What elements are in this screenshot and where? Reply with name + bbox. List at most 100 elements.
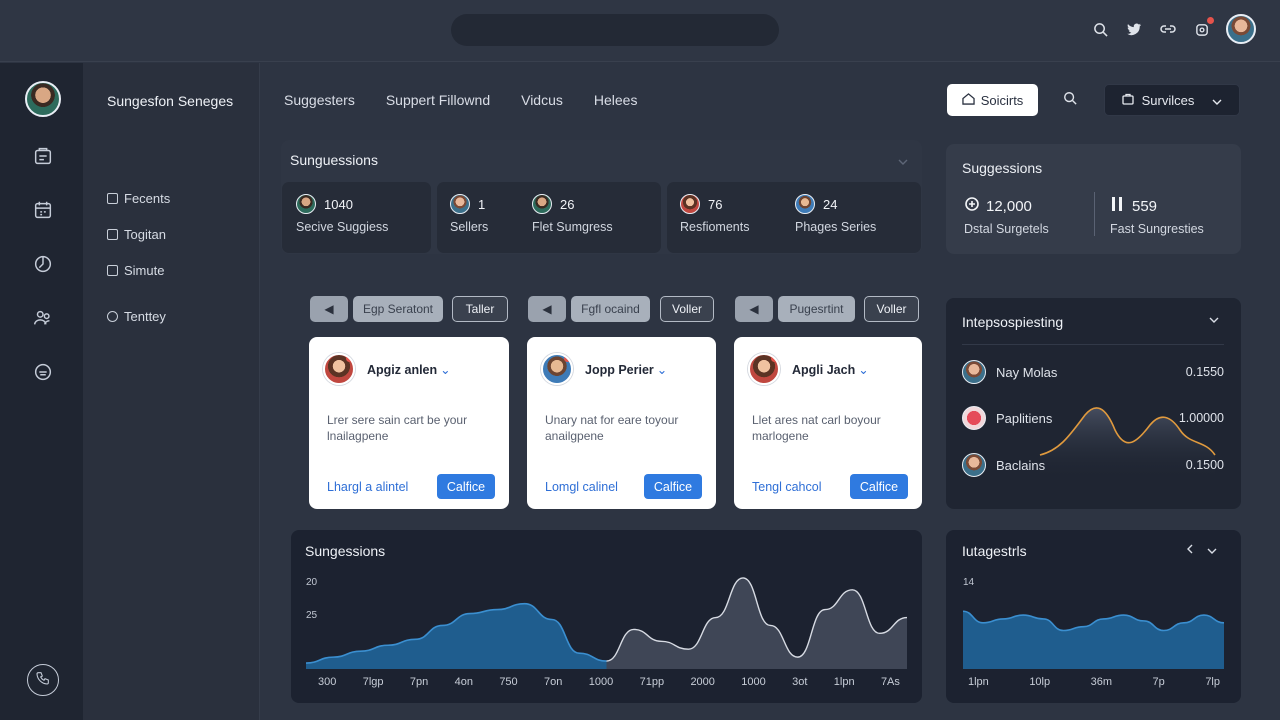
chevron-left-icon[interactable]: [1186, 542, 1193, 557]
card-cta-button[interactable]: Calfice: [850, 474, 908, 499]
avatar: [962, 406, 986, 430]
stat-value: 76: [708, 196, 723, 212]
card-cta-button[interactable]: Calfice: [437, 474, 495, 499]
card-name: Apgiz anlen: [367, 363, 438, 377]
filter-pill-outline[interactable]: Taller: [452, 296, 508, 322]
sidebar-item-label: Tenttey: [124, 309, 166, 324]
sidebar-item-togitan[interactable]: Togitan: [107, 227, 166, 242]
sidebar-item-simute[interactable]: Simute: [107, 263, 164, 278]
phone-icon: [35, 670, 51, 691]
arrow-left-icon: ◀: [542, 302, 552, 316]
card-name-row[interactable]: Jopp Perier ⌄: [585, 362, 667, 377]
chart-title: Sungessions: [305, 543, 386, 559]
list-item-name: Nay Molas: [996, 364, 1058, 380]
card-cta-button[interactable]: Calfice: [644, 474, 702, 499]
sidebar-item-fecents[interactable]: Fecents: [107, 191, 170, 206]
stat-item[interactable]: 1 Sellers: [450, 194, 488, 234]
x-tick-label: 1lpn: [833, 676, 855, 688]
summary-value: 12,000: [986, 197, 1032, 215]
stat-label: Phages Series: [795, 220, 877, 234]
chevron-down-icon[interactable]: [898, 152, 908, 170]
filter-pill-outline[interactable]: Voller: [864, 296, 919, 322]
list-item[interactable]: Paplitiens 1.00000: [962, 406, 1224, 430]
filter-pill-outline[interactable]: Voller: [660, 296, 714, 322]
profile-avatar[interactable]: [25, 81, 61, 117]
clock-icon[interactable]: [30, 251, 56, 277]
summary-title: Suggessions: [962, 160, 1043, 176]
stat-item[interactable]: 26 Flet Sumgress: [532, 194, 613, 234]
tab-suppert-fillownd[interactable]: Suppert Fillownd: [386, 92, 490, 108]
people-icon[interactable]: [30, 305, 56, 331]
notification-icon[interactable]: [1192, 17, 1214, 39]
suggestion-card[interactable]: Apgiz anlen ⌄ Lrer sere sain cart be your…: [309, 337, 509, 509]
chevron-down-icon: [1212, 93, 1222, 108]
document-icon[interactable]: [30, 143, 56, 169]
filter-pill[interactable]: Pugesrtint: [778, 296, 855, 322]
tab-vidcus[interactable]: Vidcus: [521, 92, 563, 108]
sidebar-item-label: Fecents: [124, 191, 171, 206]
twitter-icon[interactable]: [1124, 19, 1144, 39]
search-icon[interactable]: [1090, 19, 1110, 39]
search-icon: [1063, 91, 1077, 110]
list-item[interactable]: Baclains 0.1500: [962, 453, 1224, 477]
x-tick-label: 7lp: [1205, 676, 1220, 688]
area-chart: [306, 577, 907, 669]
divider: [962, 344, 1224, 345]
tab-suggesters[interactable]: Suggesters: [284, 92, 355, 108]
phone-button[interactable]: [27, 664, 59, 696]
chart-title: Iutagestrls: [962, 543, 1027, 559]
x-tick-label: 71pp: [639, 676, 665, 688]
card-description: Unary nat for eare toyour anailgpene: [545, 413, 679, 443]
card-name-row[interactable]: Apgli Jach ⌄: [792, 362, 869, 377]
x-tick-label: 1000: [588, 676, 614, 688]
chevron-down-icon: ⌄: [440, 363, 451, 377]
back-button[interactable]: ◀: [735, 296, 773, 322]
list-item[interactable]: Nay Molas 0.1550: [962, 360, 1224, 384]
suggestion-card[interactable]: Apgli Jach ⌄ Llet ares nat carl boyour ma…: [734, 337, 922, 509]
soicirts-button[interactable]: Soicirts: [947, 84, 1038, 116]
x-tick-label: 2000: [690, 676, 715, 688]
tab-helees[interactable]: Helees: [594, 92, 638, 108]
back-button[interactable]: ◀: [528, 296, 566, 322]
filter-pill[interactable]: Fgfl ocaind: [571, 296, 650, 322]
card-avatar: [541, 353, 573, 385]
suggestion-card[interactable]: Jopp Perier ⌄ Unary nat for eare toyour a…: [527, 337, 716, 509]
card-link[interactable]: Tengl cahcol: [752, 480, 822, 494]
list-item-value: 1.00000: [1178, 411, 1224, 425]
avatar: [962, 453, 986, 477]
stat-item[interactable]: 1040 Secive Suggiess: [296, 194, 388, 234]
sidebar-item-tenttey[interactable]: Tenttey: [107, 309, 166, 324]
chevron-down-icon[interactable]: [1209, 312, 1219, 326]
list-item-value: 0.1500: [1185, 458, 1224, 472]
x-tick-label: 7pn: [409, 676, 429, 688]
stat-label: Secive Suggiess: [296, 220, 389, 234]
card-link[interactable]: Lomgl calinel: [545, 480, 618, 494]
calendar-icon[interactable]: [30, 197, 56, 223]
summary-stat: 12,000 Dstal Surgetels: [964, 196, 1049, 236]
share-icon: [964, 196, 980, 216]
search-button[interactable]: [1058, 88, 1082, 112]
user-avatar[interactable]: [1226, 14, 1256, 44]
card-name-row[interactable]: Apgiz anlen ⌄: [367, 362, 451, 377]
stat-value: 26: [560, 196, 575, 212]
notification-badge: [1207, 17, 1214, 24]
filter-pill[interactable]: Egp Seratont: [353, 296, 443, 322]
summary-stat: 559 Fast Sungresties: [1110, 196, 1204, 236]
x-axis-labels: 300 7lgp 7pn 4on 750 7on 1000 71pp 2000 1000 3ot 1l…: [318, 676, 900, 688]
sidebar-title: Sungesfon Seneges: [107, 93, 234, 109]
stat-item[interactable]: 76 Resfioments: [680, 194, 749, 234]
global-search-bar[interactable]: [451, 14, 779, 46]
chevron-down-icon[interactable]: [1207, 542, 1217, 557]
avatar: [962, 360, 986, 384]
divider: [1094, 192, 1095, 236]
chat-icon[interactable]: [30, 359, 56, 385]
survilces-dropdown[interactable]: Survilces: [1104, 84, 1240, 116]
stat-value: 1040: [324, 196, 353, 212]
file-icon: [107, 193, 118, 204]
top-bar: [0, 0, 1280, 62]
back-button[interactable]: ◀: [310, 296, 348, 322]
link-icon[interactable]: [1158, 19, 1178, 39]
card-link[interactable]: Lhargl a alintel: [327, 480, 408, 494]
stat-item[interactable]: 24 Phages Series: [795, 194, 876, 234]
interest-title: Intepsospiesting: [962, 314, 1064, 330]
